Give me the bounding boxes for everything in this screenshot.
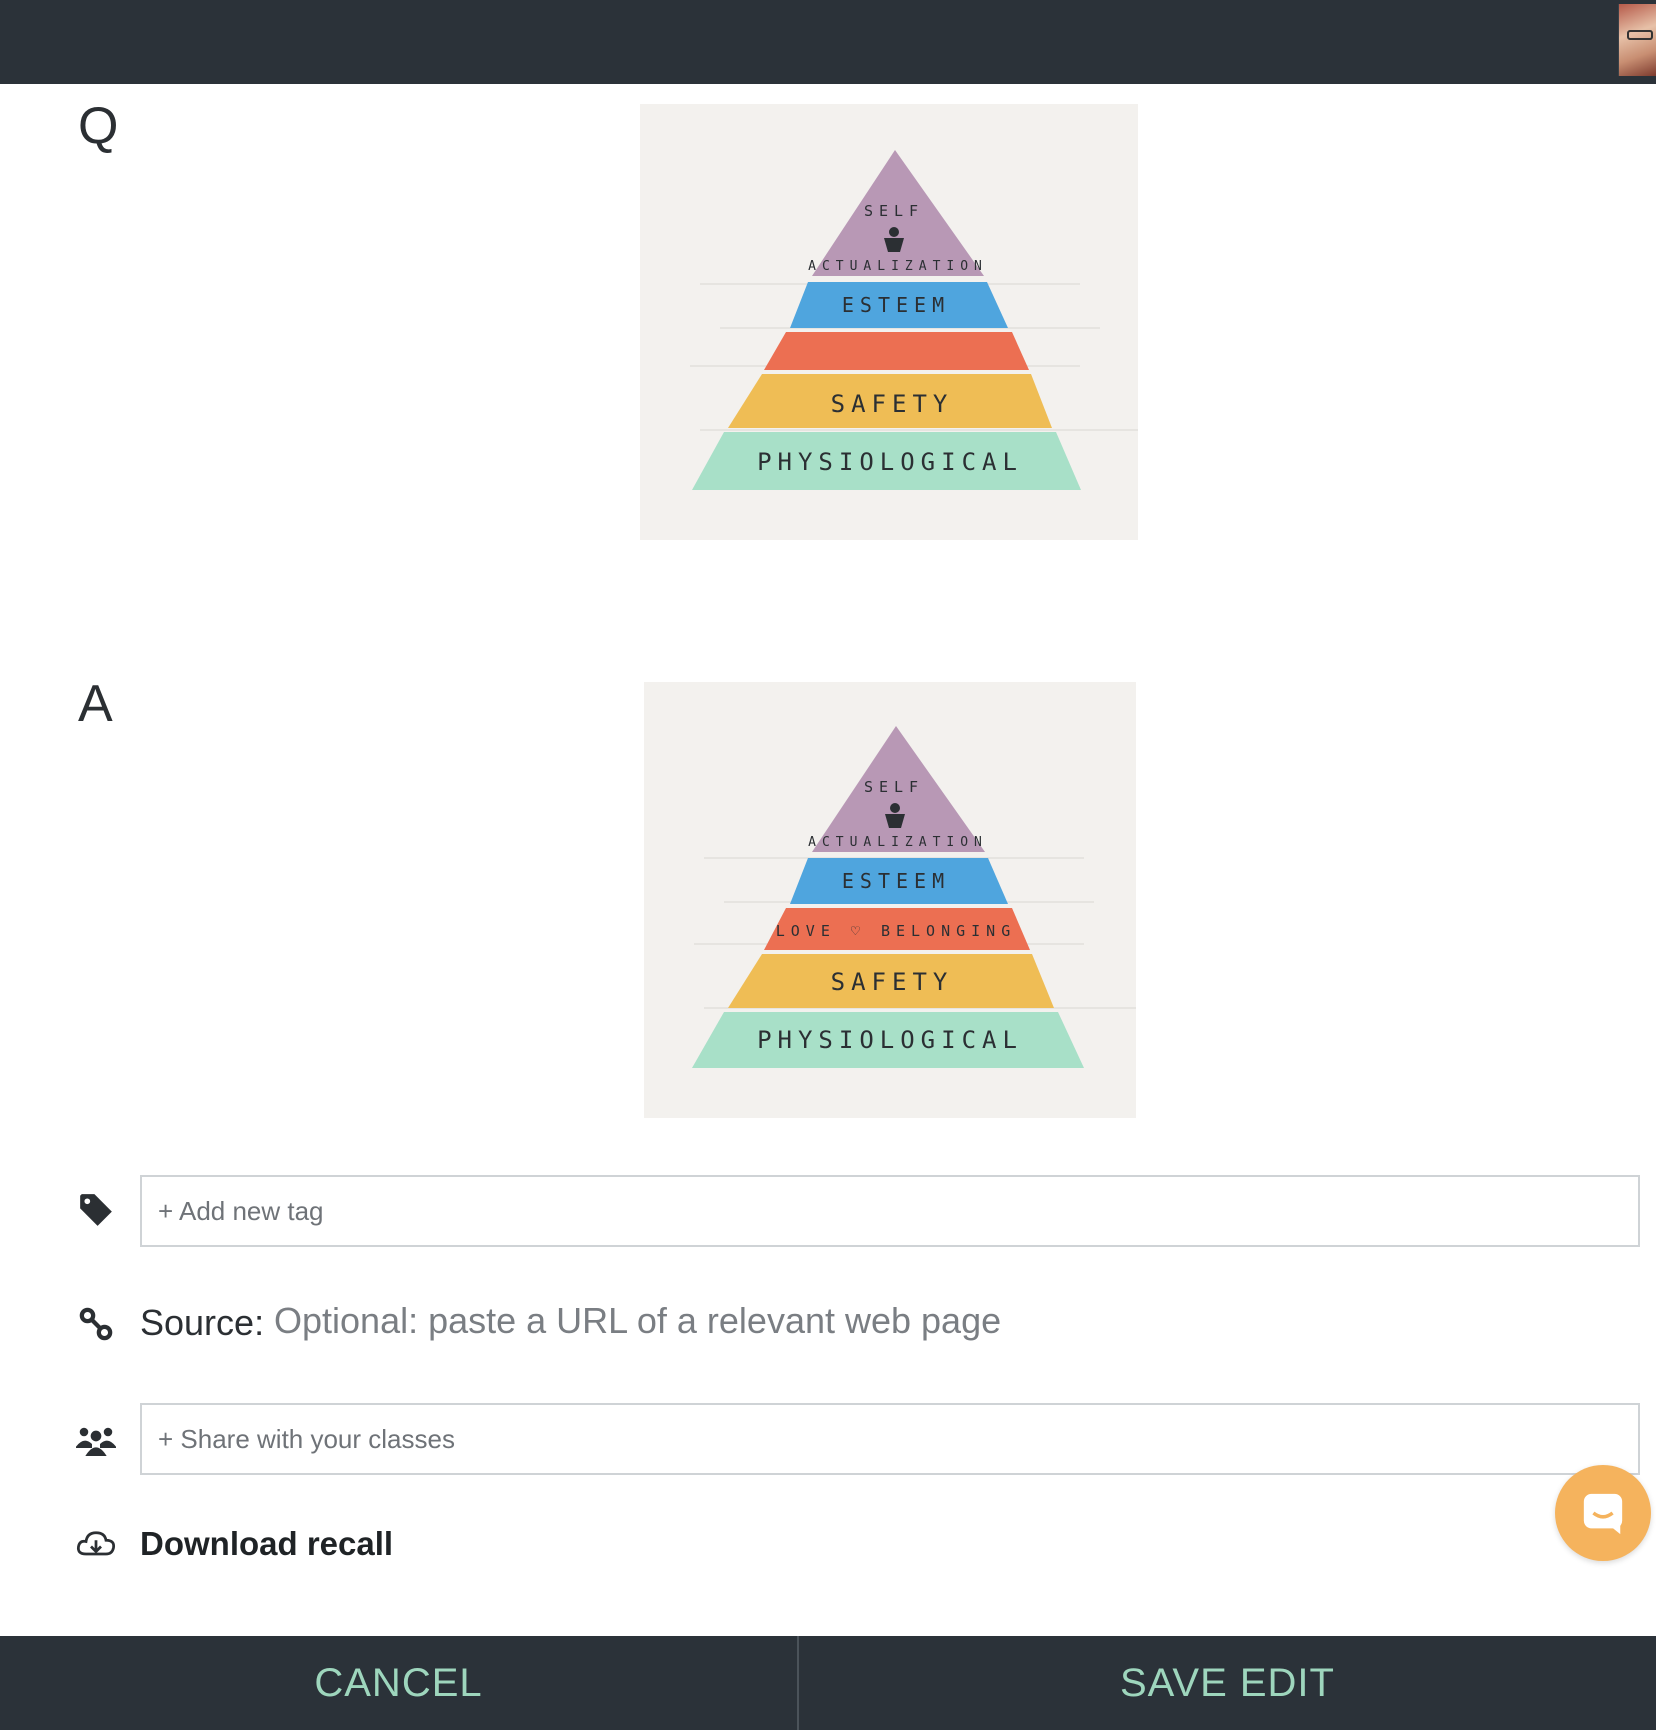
tag-icon — [74, 1188, 118, 1232]
answer-image: SELF ACTUALIZATION ESTEEM LOVE ♡ BELONGI… — [644, 682, 1136, 1118]
a-level-safety: SAFETY — [831, 968, 954, 996]
source-label: Source: — [140, 1302, 265, 1343]
chat-icon — [1583, 1493, 1623, 1535]
question-image: SELF ACTUALIZATION ESTEEM SAFETY PHYSIOL… — [640, 104, 1138, 540]
q-level-actualization: ACTUALIZATION — [808, 259, 988, 274]
q-level-self: SELF — [864, 202, 924, 220]
avatar[interactable] — [1618, 4, 1656, 76]
a-level-physiological: PHYSIOLOGICAL — [757, 1026, 1023, 1054]
footer-actions: CANCEL SAVE EDIT — [0, 1636, 1656, 1730]
tag-input[interactable] — [158, 1195, 1622, 1227]
chat-launcher-button[interactable] — [1555, 1465, 1651, 1561]
link-icon — [74, 1302, 118, 1346]
q-level-safety: SAFETY — [831, 390, 954, 418]
cloud-download-icon[interactable] — [74, 1522, 118, 1566]
q-level-esteem: ESTEEM — [842, 293, 950, 317]
tag-field[interactable] — [140, 1175, 1640, 1247]
q-level-physiological: PHYSIOLOGICAL — [757, 448, 1023, 476]
answer-pyramid: SELF ACTUALIZATION ESTEEM LOVE ♡ BELONGI… — [692, 726, 1136, 1068]
a-level-actualization: ACTUALIZATION — [808, 835, 988, 850]
share-field[interactable] — [140, 1403, 1640, 1475]
source-url-input[interactable] — [274, 1300, 1274, 1342]
a-level-love-belonging: LOVE ♡ BELONGING — [776, 922, 1017, 940]
answer-label: A — [78, 675, 113, 733]
a-level-esteem: ESTEEM — [842, 869, 950, 893]
a-level-self: SELF — [864, 778, 924, 796]
question-label: Q — [78, 97, 119, 155]
share-classes-input[interactable] — [158, 1423, 1622, 1455]
question-pyramid: SELF ACTUALIZATION ESTEEM SAFETY PHYSIOL… — [690, 150, 1138, 490]
top-bar — [0, 0, 1656, 84]
group-icon — [74, 1418, 118, 1462]
download-recall-link[interactable]: Download recall — [140, 1525, 393, 1563]
cancel-button[interactable]: CANCEL — [0, 1636, 799, 1730]
save-edit-button[interactable]: SAVE EDIT — [799, 1636, 1656, 1730]
